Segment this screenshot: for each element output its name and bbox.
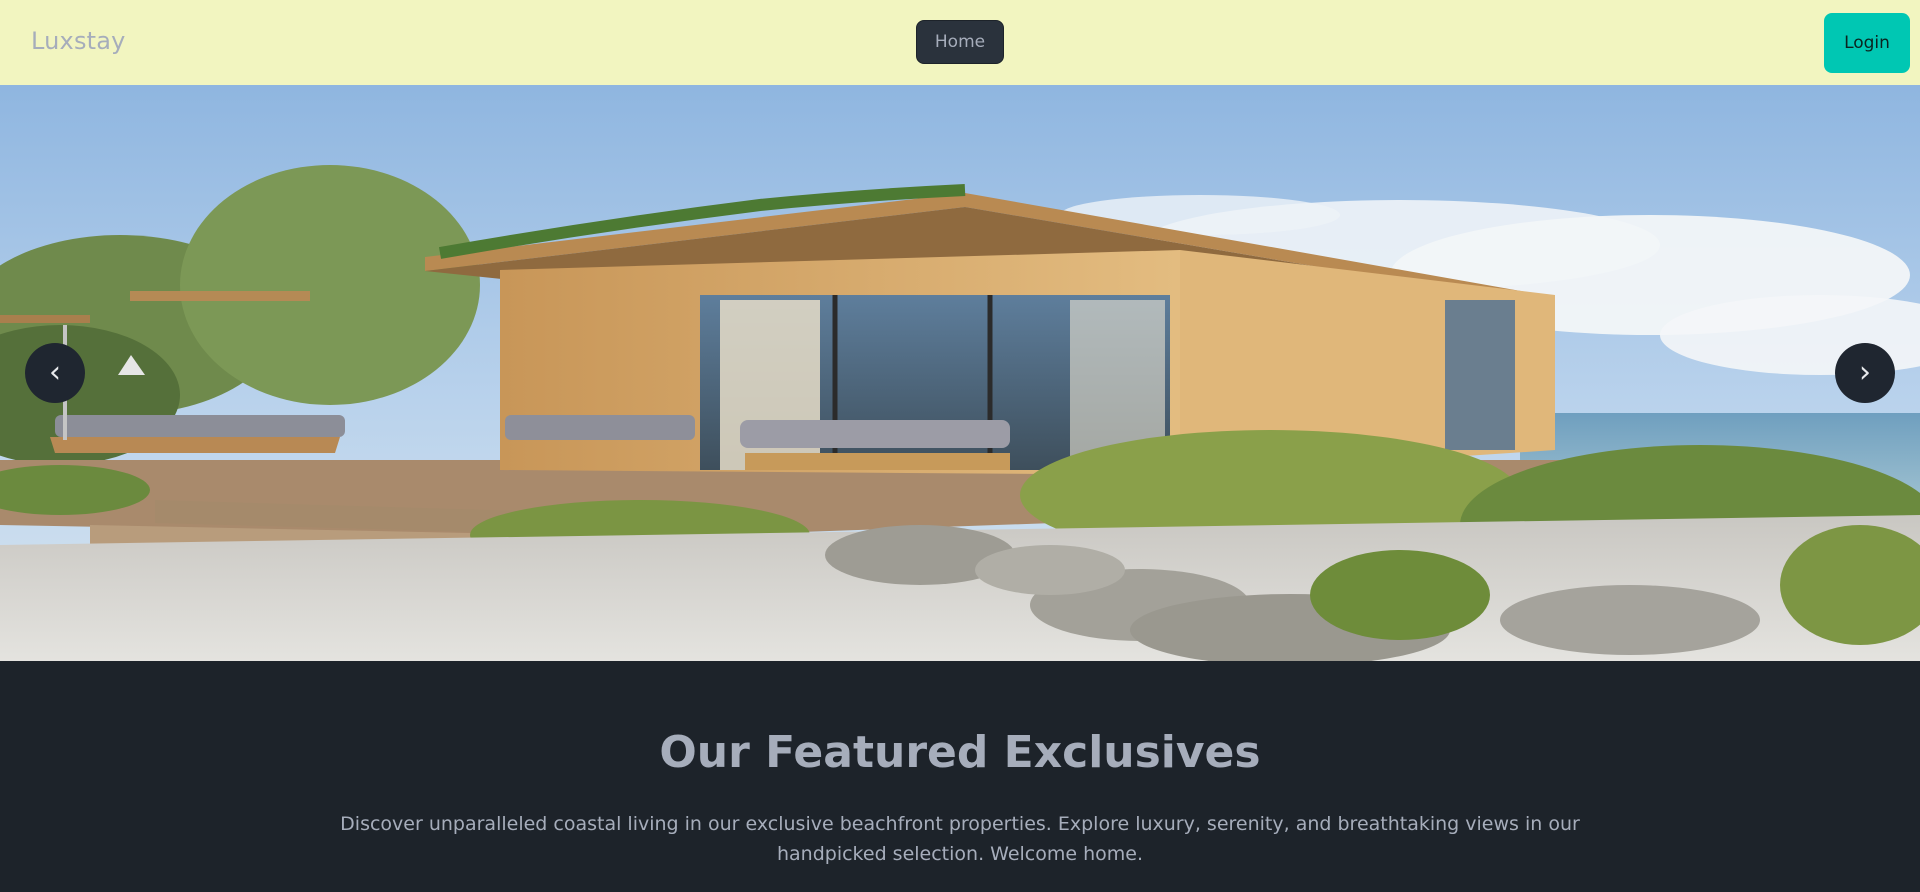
featured-description: Discover unparalleled coastal living in … — [340, 813, 1580, 865]
hero-carousel: ‹ › — [0, 85, 1920, 661]
featured-title: Our Featured Exclusives — [659, 727, 1261, 778]
brand-logo[interactable]: Luxstay — [31, 27, 126, 55]
home-button[interactable]: Home — [916, 20, 1004, 64]
carousel-next-button[interactable]: › — [1835, 343, 1895, 403]
featured-section: Our Featured Exclusives Discover unparal… — [0, 661, 1920, 892]
hero-image — [0, 85, 1920, 661]
login-button[interactable]: Login — [1824, 13, 1910, 73]
carousel-prev-button[interactable]: ‹ — [25, 343, 85, 403]
navbar: Luxstay Home Login — [0, 0, 1920, 85]
